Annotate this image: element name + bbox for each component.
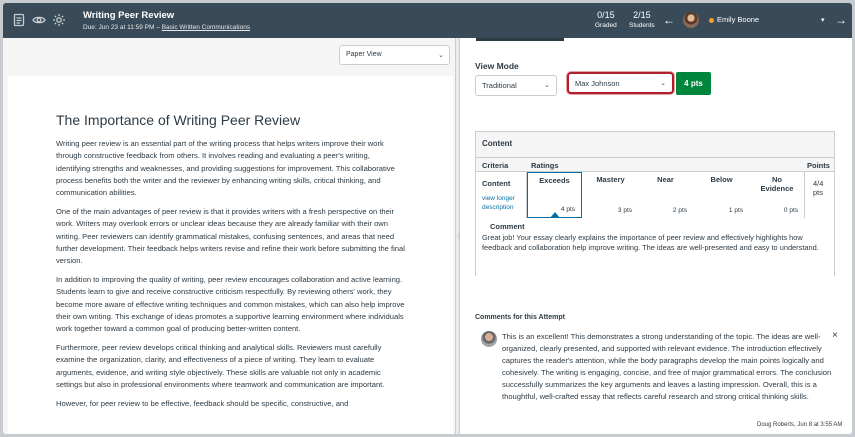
rating-points: 2 pts	[672, 207, 687, 214]
due-separator: –	[156, 24, 160, 31]
submission-document: The Importance of Writing Peer Review Wr…	[8, 76, 453, 434]
graded-stat: 0/15 Graded	[595, 10, 617, 29]
view-mode-value: Traditional	[482, 81, 517, 90]
close-icon[interactable]: ×	[832, 330, 838, 341]
ratings-group: Exceeds 4 pts Mastery 3 pts Near 2 pts B…	[526, 172, 805, 218]
attempt-comment-text: This is an excellent! This demonstrates …	[502, 332, 832, 402]
comment-text: Great job! Your essay clearly explains t…	[482, 233, 819, 252]
document-paragraph: One of the main advantages of peer revie…	[56, 206, 405, 266]
student-name[interactable]: Emily Boone	[717, 15, 759, 24]
criterion-points: 4/4 pts	[813, 179, 824, 197]
rating-mastery[interactable]: Mastery 3 pts	[583, 172, 638, 218]
student-dropdown-caret-icon[interactable]: ▾	[821, 16, 825, 24]
rating-name: No Evidence	[760, 175, 794, 193]
chevron-down-icon: ⌄	[438, 52, 444, 59]
course-link[interactable]: Basic Written Communications	[162, 24, 250, 31]
document-paragraph: Furthermore, peer review develops critic…	[56, 342, 385, 389]
rating-exceeds[interactable]: Exceeds 4 pts	[527, 172, 582, 218]
students-stat: 2/15 Students	[629, 10, 655, 29]
document-paragraph: However, for peer review to be effective…	[56, 398, 349, 408]
commenter-avatar	[481, 331, 497, 347]
document-icon[interactable]	[12, 13, 26, 27]
selected-indicator-icon	[550, 212, 560, 218]
active-tab-indicator	[476, 38, 564, 41]
grading-pane: View Mode Traditional ⌄ Max Johnson ⌄ 4 …	[460, 38, 852, 434]
view-longer-description-link[interactable]: view longer description	[482, 195, 527, 212]
paper-view-select[interactable]: Paper View ⌄	[339, 45, 450, 65]
student-select[interactable]: Max Johnson ⌄	[567, 72, 674, 94]
rating-name: Near	[657, 175, 674, 184]
students-count: 2/15	[633, 10, 651, 20]
rating-name: Mastery	[596, 175, 625, 184]
graded-count: 0/15	[597, 10, 615, 20]
rating-name: Below	[710, 175, 733, 184]
graded-label: Graded	[595, 22, 617, 29]
chevron-down-icon: ⌄	[660, 80, 666, 87]
rating-near[interactable]: Near 2 pts	[638, 172, 693, 218]
rubric-table: Content Criteria Ratings Points Content …	[475, 131, 835, 276]
view-mode-label: View Mode	[475, 61, 519, 71]
rubric-title: Content	[482, 139, 513, 148]
rubric-comment: Comment Great job! Your essay clearly ex…	[482, 222, 827, 253]
view-mode-select[interactable]: Traditional ⌄	[475, 75, 557, 96]
criteria-header: Criteria	[482, 161, 509, 170]
chevron-down-icon: ⌄	[544, 82, 550, 89]
eye-icon[interactable]	[32, 13, 46, 27]
grip-dots-icon[interactable]: ⋮	[456, 233, 462, 240]
speedgrader-window: Writing Peer Review Due: Jun 23 at 11:59…	[3, 3, 852, 434]
document-title: The Importance of Writing Peer Review	[56, 112, 301, 128]
student-select-value: Max Johnson	[575, 79, 620, 88]
document-paragraph: Writing peer review is an essential part…	[56, 139, 395, 198]
student-avatar	[683, 12, 699, 28]
comment-label: Comment	[490, 222, 525, 231]
rating-below[interactable]: Below 1 pts	[694, 172, 749, 218]
rubric-row: Content view longer description Exceeds …	[476, 172, 834, 276]
assignment-due: Due: Jun 23 at 11:59 PM – Basic Written …	[83, 24, 250, 31]
rating-points: 4 pts	[560, 206, 575, 213]
submission-pane: Paper View ⌄ The Importance of Writing P…	[3, 38, 455, 434]
attempt-comments-title: Comments for this Attempt	[475, 314, 565, 321]
due-date: Due: Jun 23 at 11:59 PM	[83, 24, 155, 31]
rating-points: 1 pts	[728, 207, 743, 214]
prev-student-arrow-icon[interactable]: ←	[663, 13, 675, 27]
rating-name: Exceeds	[539, 176, 570, 185]
students-label: Students	[629, 22, 655, 29]
criterion-name: Content	[482, 179, 511, 188]
paper-view-value: Paper View	[346, 51, 382, 58]
rating-points: 3 pts	[617, 207, 632, 214]
next-student-arrow-icon[interactable]: →	[835, 13, 847, 27]
rating-no-evidence[interactable]: No Evidence 0 pts	[749, 172, 804, 218]
gear-icon[interactable]	[52, 13, 66, 27]
score-badge: 4 pts	[676, 72, 711, 95]
points-header: Points	[807, 161, 830, 170]
rating-points: 0 pts	[783, 207, 798, 214]
top-bar: Writing Peer Review Due: Jun 23 at 11:59…	[3, 3, 852, 38]
comment-signature: Doug Roberts, Jun 8 at 3:55 AM	[757, 422, 843, 428]
assignment-title: Writing Peer Review	[83, 10, 175, 21]
document-paragraph: In addition to improving the quality of …	[56, 274, 405, 334]
ratings-header: Ratings	[531, 161, 559, 170]
status-dot-icon	[709, 18, 714, 23]
rubric-header: Criteria Ratings Points	[476, 157, 834, 172]
